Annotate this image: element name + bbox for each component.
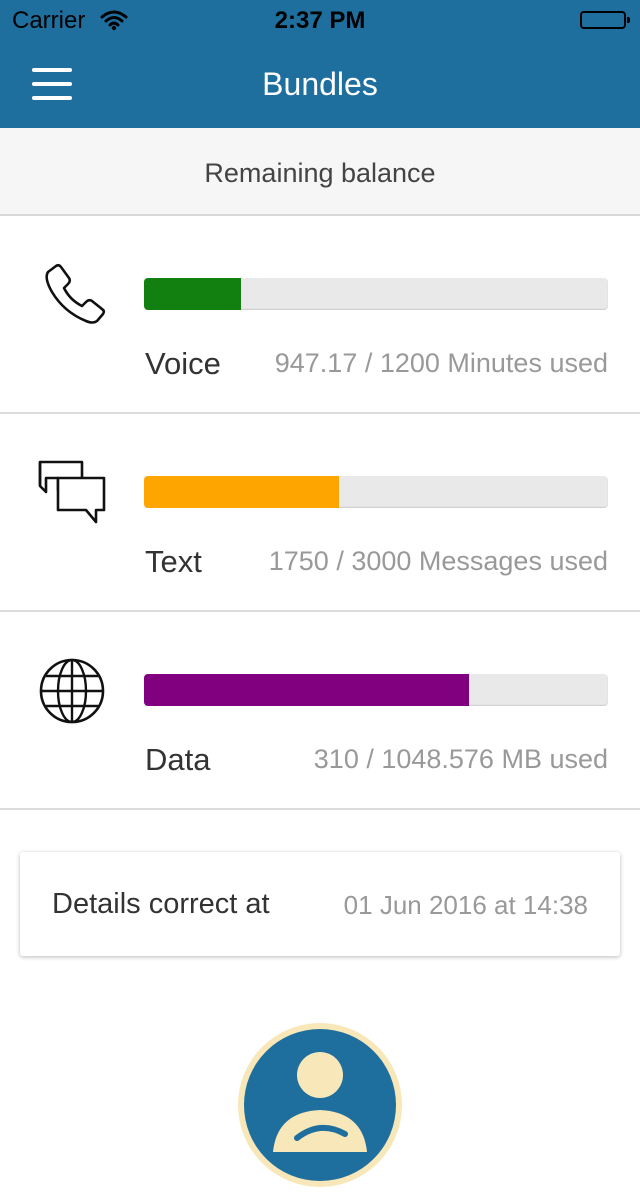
bundle-usage: 1750 / 3000 Messages used [268,546,608,576]
user-avatar-icon[interactable] [237,1022,403,1188]
details-card: Details correct at 01 Jun 2016 at 14:38 [20,852,620,956]
voice-usage-fill [144,278,242,310]
page-title: Bundles [262,66,378,102]
bundle-name: Data [145,742,211,777]
data-usage-bar [144,674,608,706]
details-timestamp: 01 Jun 2016 at 14:38 [343,890,588,920]
bundle-row-data: Data 310 / 1048.576 MB used [0,612,640,810]
voice-usage-bar [144,278,608,310]
data-usage-fill [144,674,469,706]
status-time: 2:37 PM [274,7,366,34]
bundle-row-text: Text 1750 / 3000 Messages used [0,414,640,612]
bundle-usage: 947.17 / 1200 Minutes used [274,348,608,378]
phone-icon [36,258,108,330]
section-header: Remaining balance [0,128,640,216]
text-usage-bar [144,476,608,508]
details-label: Details correct at [52,888,270,920]
section-header-label: Remaining balance [204,158,436,188]
bundle-usage: 310 / 1048.576 MB used [313,744,608,774]
battery-icon [580,11,630,29]
status-bar: Carrier 2:37 PM [0,0,640,40]
bundle-name: Text [145,544,202,579]
globe-icon [36,654,108,726]
bundle-name: Voice [145,346,221,381]
navigation-bar: Bundles [0,40,640,128]
text-usage-fill [144,476,339,508]
bundle-row-voice: Voice 947.17 / 1200 Minutes used [0,216,640,414]
chat-bubbles-icon [36,456,108,528]
